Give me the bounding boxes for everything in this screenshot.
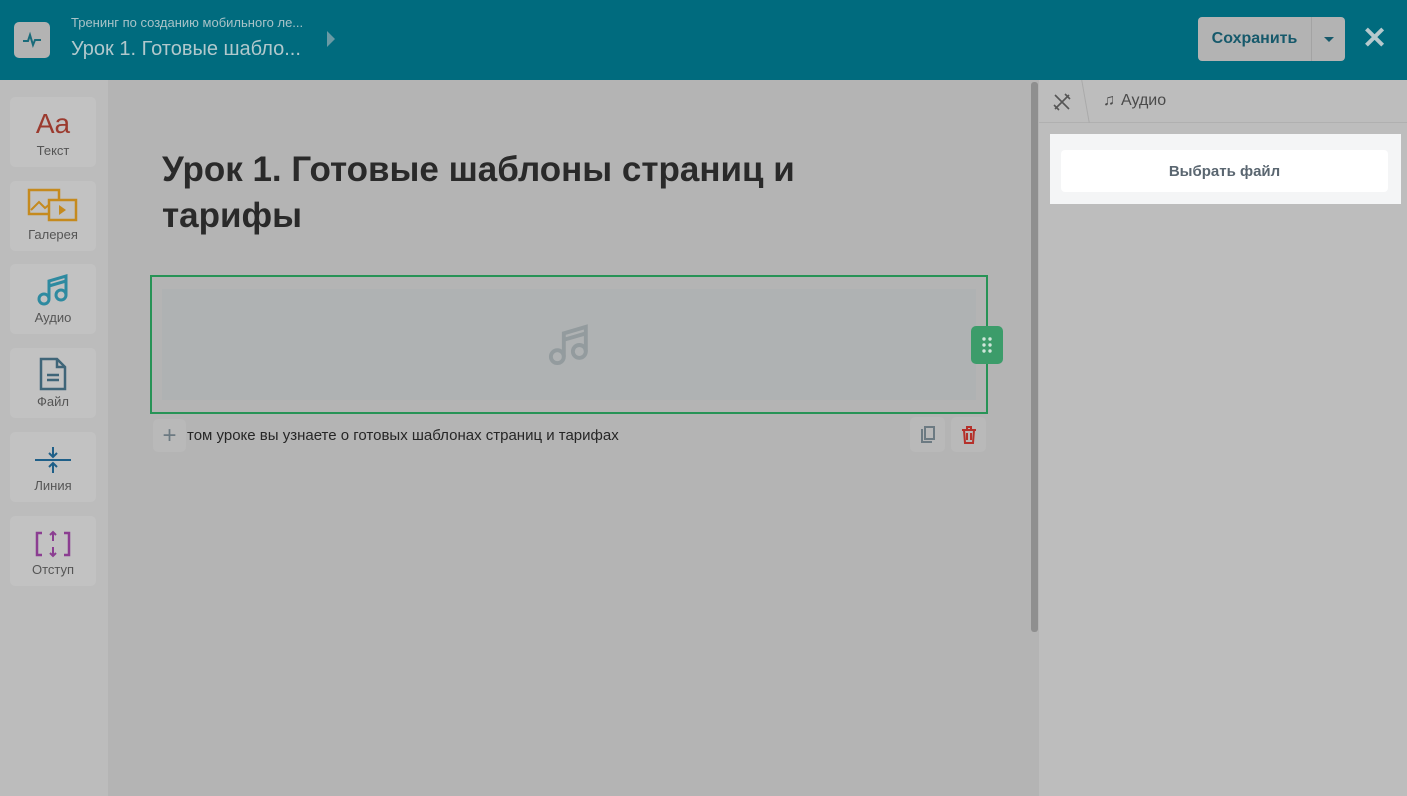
blocks-sidebar: Aa Текст Галерея Аудио Файл Линия Отступ <box>0 80 108 796</box>
gallery-icon <box>27 188 78 222</box>
music-note-icon: ♫ <box>1103 92 1115 109</box>
choose-file-button[interactable]: Выбрать файл <box>1061 150 1388 192</box>
file-icon <box>39 357 67 391</box>
tool-label: Аудио <box>34 310 72 325</box>
tool-gallery[interactable]: Галерея <box>10 181 96 251</box>
trash-icon <box>961 425 976 444</box>
tool-spacing[interactable]: Отступ <box>10 516 96 586</box>
music-note-icon <box>37 273 68 306</box>
tool-label: Отступ <box>31 562 75 577</box>
file-picker-section: Выбрать файл <box>1050 134 1401 204</box>
panel-breadcrumb: ♫ Аудио <box>1039 80 1407 123</box>
save-dropdown-button[interactable] <box>1312 17 1345 61</box>
expand-arrow-icon[interactable] <box>327 31 335 47</box>
settings-panel: ♫ Аудио Выбрать файл <box>1039 80 1407 796</box>
audio-placeholder[interactable] <box>162 289 976 400</box>
music-note-icon <box>548 323 588 365</box>
breadcrumb-audio: Аудио <box>1121 92 1167 109</box>
audio-block[interactable] <box>150 275 988 414</box>
spacing-icon <box>35 530 71 558</box>
breadcrumb-separator <box>1081 80 1090 123</box>
canvas-scrollbar[interactable] <box>1031 82 1038 632</box>
course-breadcrumb[interactable]: Тренинг по созданию мобильного ле... <box>71 15 303 30</box>
tool-label: Галерея <box>28 227 78 242</box>
caret-down-icon <box>1323 36 1334 42</box>
tool-audio[interactable]: Аудио <box>10 264 96 334</box>
tool-label: Текст <box>36 143 70 158</box>
design-tools-icon[interactable] <box>1052 92 1072 112</box>
save-button[interactable]: Сохранить <box>1198 17 1312 61</box>
duplicate-button[interactable] <box>910 417 945 452</box>
add-block-button[interactable]: + <box>153 419 186 452</box>
delete-button[interactable] <box>951 417 986 452</box>
save-button-group: Сохранить <box>1198 17 1345 61</box>
copy-icon <box>920 425 935 443</box>
block-description[interactable]: том уроке вы узнаете о готовых шаблонах … <box>187 427 619 444</box>
tool-label: Файл <box>37 394 69 409</box>
tool-file[interactable]: Файл <box>10 348 96 418</box>
drag-handle-icon[interactable] <box>971 326 1003 364</box>
app-logo-icon[interactable] <box>14 22 50 58</box>
lesson-title: Урок 1. Готовые шабло... <box>71 38 301 60</box>
text-icon: Aa <box>35 108 71 139</box>
tool-line[interactable]: Линия <box>10 432 96 502</box>
tool-label: Линия <box>34 478 72 493</box>
page-title[interactable]: Урок 1. Готовые шаблоны страниц и тарифы <box>162 147 882 239</box>
divider-line-icon <box>35 447 71 473</box>
tool-text[interactable]: Aa Текст <box>10 97 96 167</box>
close-icon[interactable]: ✕ <box>1362 24 1387 54</box>
top-bar: Тренинг по созданию мобильного ле... Уро… <box>0 0 1407 80</box>
